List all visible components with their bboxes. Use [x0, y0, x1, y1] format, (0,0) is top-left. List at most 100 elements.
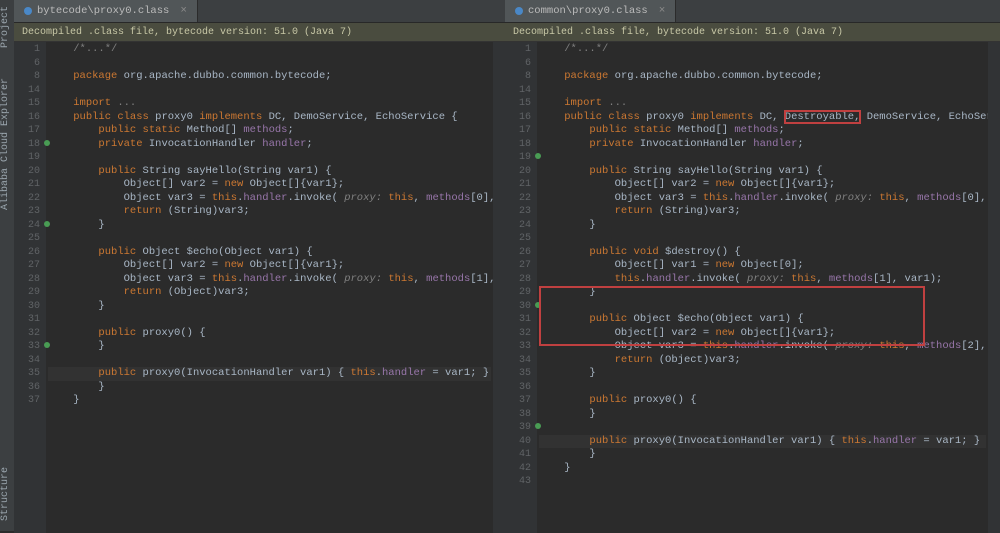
code-line[interactable]: Object var3 = this.handler.invoke( proxy… [539, 340, 986, 354]
code-line[interactable]: public Object $echo(Object var1) { [48, 246, 491, 260]
line-number[interactable]: 42 [505, 462, 537, 476]
code-line[interactable]: Object[] var2 = new Object[]{var1}; [48, 259, 491, 273]
gutter-left[interactable]: 1681415161718192021222324252627282930313… [14, 42, 46, 533]
code-line[interactable] [48, 151, 491, 165]
line-number[interactable]: 24 [505, 219, 537, 233]
file-tab-left[interactable]: bytecode\proxy0.class × [14, 0, 198, 22]
line-number[interactable]: 20 [14, 165, 46, 179]
code-line[interactable] [539, 84, 986, 98]
code-line[interactable]: return (String)var3; [48, 205, 491, 219]
line-number[interactable]: 36 [505, 381, 537, 395]
structure-tool-label[interactable]: Structure [0, 467, 11, 521]
line-number[interactable]: 1 [505, 43, 537, 57]
line-number[interactable]: 23 [14, 205, 46, 219]
code-line[interactable]: public proxy0(InvocationHandler var1) { … [48, 367, 491, 381]
code-line[interactable]: } [48, 300, 491, 314]
line-number[interactable]: 18 [505, 138, 537, 152]
code-line[interactable]: Object[] var1 = new Object[0]; [539, 259, 986, 273]
code-line[interactable]: return (String)var3; [539, 205, 986, 219]
code-line[interactable] [539, 57, 986, 71]
line-number[interactable]: 31 [505, 313, 537, 327]
line-number[interactable]: 18 [14, 138, 46, 152]
line-number[interactable]: 34 [505, 354, 537, 368]
code-line[interactable]: Object var3 = this.handler.invoke( proxy… [48, 192, 491, 206]
code-line[interactable]: } [48, 381, 491, 395]
line-number[interactable]: 25 [14, 232, 46, 246]
code-line[interactable] [539, 300, 986, 314]
code-line[interactable]: package org.apache.dubbo.common.bytecode… [539, 70, 986, 84]
close-icon[interactable]: × [659, 5, 666, 17]
code-line[interactable] [539, 381, 986, 395]
code-line[interactable]: public proxy0() { [48, 327, 491, 341]
code-line[interactable] [48, 421, 491, 435]
line-number[interactable]: 34 [14, 354, 46, 368]
code-line[interactable]: } [539, 462, 986, 476]
line-number[interactable]: 6 [505, 57, 537, 71]
minimap-left[interactable] [493, 42, 505, 533]
line-number[interactable]: 43 [505, 475, 537, 489]
code-line[interactable]: /*...*/ [48, 43, 491, 57]
code-body-left[interactable]: /*...*/ package org.apache.dubbo.common.… [48, 43, 491, 435]
line-number[interactable]: 25 [505, 232, 537, 246]
code-line[interactable]: public class proxy0 implements DC, Destr… [539, 111, 986, 125]
code-line[interactable]: } [539, 448, 986, 462]
code-line[interactable]: public String sayHello(String var1) { [539, 165, 986, 179]
tool-sidebar[interactable]: Project Alibaba Cloud Explorer Structure [0, 0, 15, 531]
code-line[interactable]: return (Object)var3; [48, 286, 491, 300]
code-line[interactable] [539, 232, 986, 246]
code-line[interactable]: } [539, 367, 986, 381]
code-line[interactable]: } [48, 394, 491, 408]
line-number[interactable]: 32 [505, 327, 537, 341]
code-line[interactable] [539, 475, 986, 489]
line-number[interactable]: 35 [505, 367, 537, 381]
code-line[interactable]: public static Method[] methods; [539, 124, 986, 138]
code-line[interactable] [48, 354, 491, 368]
line-number[interactable]: 28 [505, 273, 537, 287]
line-number[interactable]: 27 [505, 259, 537, 273]
line-number[interactable]: 33 [505, 340, 537, 354]
code-line[interactable]: public proxy0() { [539, 394, 986, 408]
cloud-explorer-label[interactable]: Alibaba Cloud Explorer [0, 78, 11, 210]
code-line[interactable]: public Object $echo(Object var1) { [539, 313, 986, 327]
line-number[interactable]: 22 [505, 192, 537, 206]
line-number[interactable]: 37 [14, 394, 46, 408]
line-number[interactable]: 19 [505, 151, 537, 165]
code-line[interactable]: } [539, 408, 986, 422]
code-line[interactable]: Object[] var2 = new Object[]{var1}; [539, 178, 986, 192]
code-line[interactable]: public static Method[] methods; [48, 124, 491, 138]
line-number[interactable]: 38 [505, 408, 537, 422]
file-tab-right[interactable]: common\proxy0.class × [505, 0, 676, 22]
line-number[interactable]: 20 [505, 165, 537, 179]
code-line[interactable]: import ... [48, 97, 491, 111]
gutter-right[interactable]: 1681415161718192021222324252627282930313… [505, 42, 537, 533]
code-line[interactable]: public String sayHello(String var1) { [48, 165, 491, 179]
line-number[interactable]: 14 [14, 84, 46, 98]
line-number[interactable]: 15 [14, 97, 46, 111]
line-number[interactable]: 33 [14, 340, 46, 354]
line-number[interactable]: 32 [14, 327, 46, 341]
line-number[interactable]: 1 [14, 43, 46, 57]
code-line[interactable]: public proxy0(InvocationHandler var1) { … [539, 435, 986, 449]
code-line[interactable] [539, 502, 986, 516]
code-line[interactable]: /*...*/ [539, 43, 986, 57]
line-number[interactable]: 31 [14, 313, 46, 327]
code-line[interactable] [539, 151, 986, 165]
line-number[interactable]: 30 [14, 300, 46, 314]
line-number[interactable]: 40 [505, 435, 537, 449]
line-number[interactable]: 21 [14, 178, 46, 192]
code-line[interactable] [48, 57, 491, 71]
code-line[interactable]: Object[] var2 = new Object[]{var1}; [48, 178, 491, 192]
line-number[interactable]: 27 [14, 259, 46, 273]
line-number[interactable]: 28 [14, 273, 46, 287]
code-line[interactable] [48, 232, 491, 246]
line-number[interactable]: 29 [14, 286, 46, 300]
line-number[interactable]: 35 [14, 367, 46, 381]
code-line[interactable]: Object var3 = this.handler.invoke( proxy… [48, 273, 491, 287]
line-number[interactable]: 8 [505, 70, 537, 84]
line-number[interactable]: 41 [505, 448, 537, 462]
code-editor-left[interactable]: 1681415161718192021222324252627282930313… [14, 42, 505, 533]
code-line[interactable]: private InvocationHandler handler; [48, 138, 491, 152]
line-number[interactable]: 26 [14, 246, 46, 260]
code-line[interactable] [539, 421, 986, 435]
line-number[interactable]: 15 [505, 97, 537, 111]
